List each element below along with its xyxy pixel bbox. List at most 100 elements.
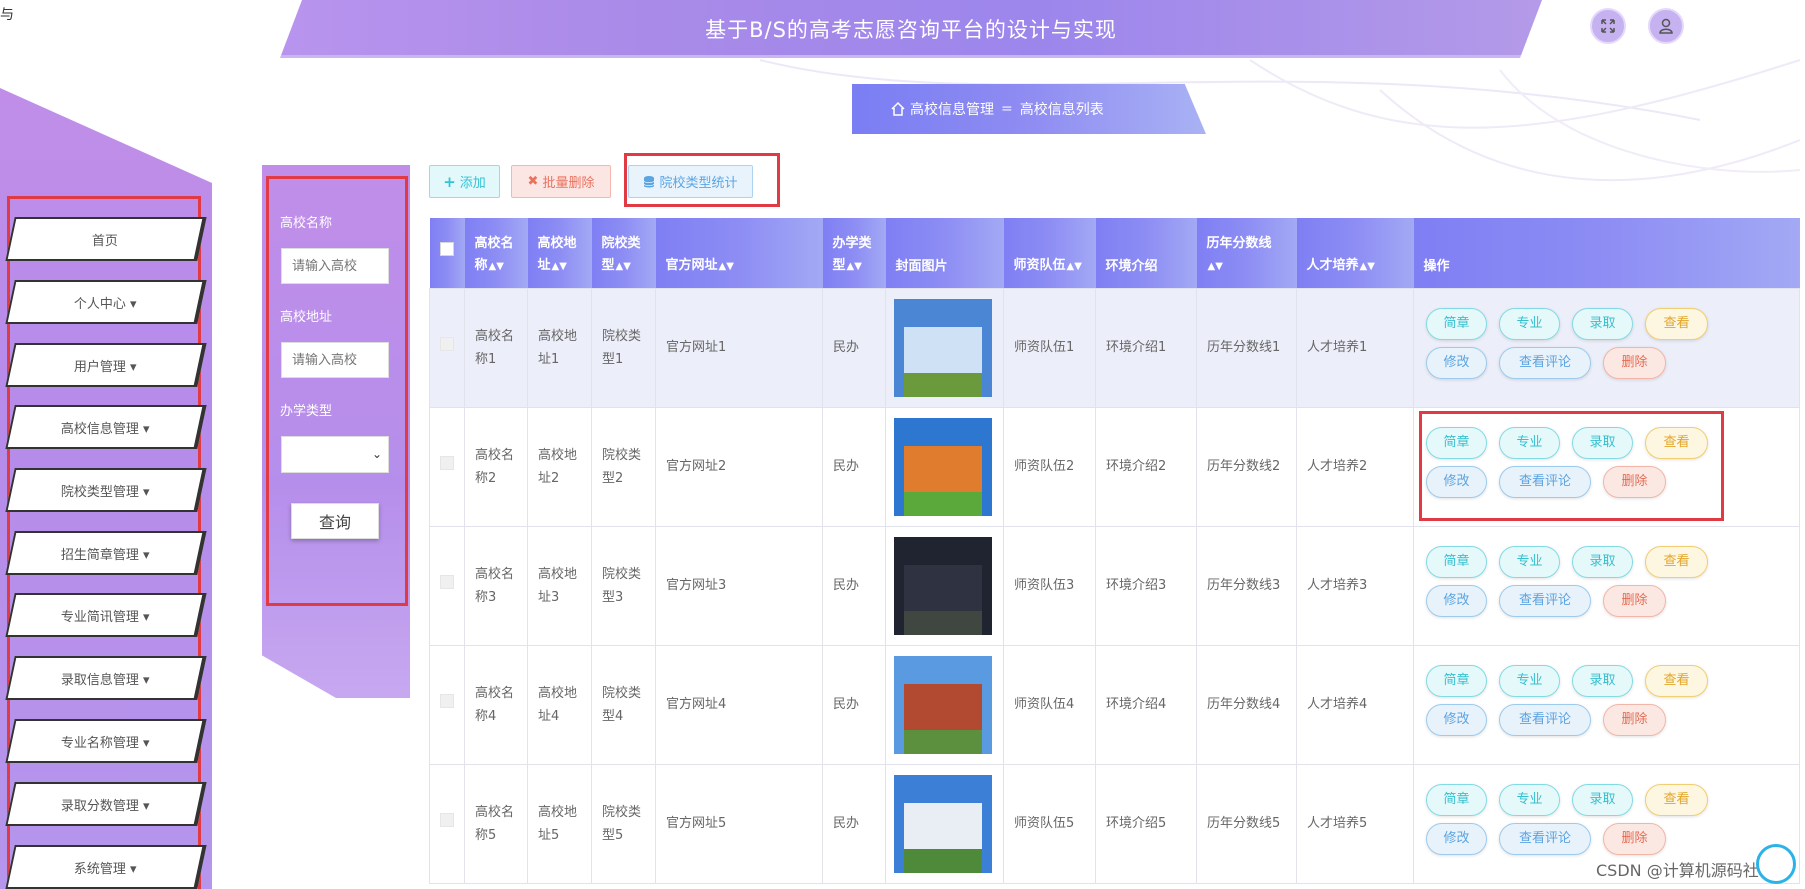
- cell-website: 官方网址2: [655, 406, 823, 527]
- run-type-select[interactable]: ⌄: [281, 436, 389, 473]
- column-header-environment: 环境介绍: [1095, 218, 1197, 288]
- batch-delete-button[interactable]: ✖ 批量删除: [511, 165, 611, 198]
- column-header-type[interactable]: 院校类型▲▼: [591, 218, 656, 288]
- breadcrumb-home[interactable]: 高校信息管理: [910, 99, 994, 119]
- action-button-5[interactable]: 查看评论: [1499, 703, 1591, 736]
- cell-website: 官方网址1: [655, 287, 823, 408]
- action-button-6[interactable]: 删除: [1603, 346, 1666, 379]
- action-button-5[interactable]: 查看评论: [1499, 584, 1591, 617]
- cover-image[interactable]: [894, 536, 992, 635]
- plus-icon: +: [443, 172, 456, 191]
- row-select-cell: [429, 644, 465, 765]
- column-header-scores[interactable]: 历年分数线▲▼: [1196, 218, 1297, 288]
- row-checkbox[interactable]: [440, 337, 454, 351]
- action-button-3[interactable]: 查看: [1645, 307, 1708, 340]
- college-name-input[interactable]: [281, 248, 389, 284]
- cell-talent: 人才培养5: [1296, 763, 1414, 884]
- table-header-row: 高校名称▲▼ 高校地址▲▼ 院校类型▲▼ 官方网址▲▼ 办学类型▲▼ 封面图片 …: [429, 218, 1800, 288]
- sidebar-item-colleges[interactable]: 高校信息管理 ▾: [5, 405, 207, 449]
- college-address-input[interactable]: [281, 342, 389, 378]
- cell-name: 高校名称5: [464, 763, 528, 884]
- cell-run-type: 民办: [822, 287, 886, 408]
- row-actions: 简章 专业 录取 查看修改 查看评论 删除: [1414, 307, 1799, 388]
- column-header-website[interactable]: 官方网址▲▼: [655, 218, 823, 288]
- column-header-name[interactable]: 高校名称▲▼: [464, 218, 528, 288]
- action-button-1[interactable]: 专业: [1499, 545, 1560, 578]
- action-button-5[interactable]: 查看评论: [1499, 822, 1591, 855]
- fullscreen-button[interactable]: [1590, 8, 1626, 44]
- cell-name: 高校名称4: [464, 644, 528, 765]
- sidebar-item-major-names[interactable]: 专业名称管理 ▾: [5, 719, 207, 763]
- sidebar-item-profile[interactable]: 个人中心 ▾: [5, 280, 207, 324]
- sidebar-item-college-types[interactable]: 院校类型管理 ▾: [5, 468, 207, 512]
- cover-image[interactable]: [894, 655, 992, 754]
- column-header-address[interactable]: 高校地址▲▼: [527, 218, 592, 288]
- cell-environment: 环境介绍2: [1095, 406, 1197, 527]
- column-header-run-type[interactable]: 办学类型▲▼: [822, 218, 886, 288]
- sidebar-menu-highlight: 首页 个人中心 ▾ 用户管理 ▾ 高校信息管理 ▾ 院校类型管理 ▾ 招生简章管…: [5, 196, 207, 889]
- row-actions: 简章 专业 录取 查看修改 查看评论 删除: [1414, 664, 1799, 745]
- sidebar-item-brochures[interactable]: 招生简章管理 ▾: [5, 531, 207, 575]
- cell-website: 官方网址5: [655, 763, 823, 884]
- row-select-cell: [429, 406, 465, 527]
- sidebar-item-admissions[interactable]: 录取信息管理 ▾: [5, 656, 207, 700]
- row-checkbox[interactable]: [440, 575, 454, 589]
- action-button-2[interactable]: 录取: [1572, 664, 1633, 697]
- action-button-2[interactable]: 录取: [1572, 545, 1633, 578]
- sidebar-item-system[interactable]: 系统管理 ▾: [5, 845, 207, 889]
- action-button-3[interactable]: 查看: [1645, 664, 1708, 697]
- sidebar-item-home[interactable]: 首页: [5, 217, 207, 261]
- watermark: CSDN @计算机源码社: [1596, 861, 1759, 880]
- action-button-2[interactable]: 录取: [1572, 307, 1633, 340]
- table-row: 高校名称5 高校地址5 院校类型5 官方网址5 民办 师资队伍5 环境介绍5 历年分数线5 人才…: [429, 763, 1800, 884]
- sidebar-item-users[interactable]: 用户管理 ▾: [5, 343, 207, 387]
- cell-type: 院校类型5: [591, 763, 656, 884]
- action-button-3[interactable]: 查看: [1645, 783, 1708, 816]
- cell-talent: 人才培养4: [1296, 644, 1414, 765]
- user-button[interactable]: [1648, 8, 1684, 44]
- row-checkbox[interactable]: [440, 456, 454, 470]
- row-checkbox[interactable]: [440, 813, 454, 827]
- run-type-label: 办学类型: [280, 404, 333, 419]
- action-button-1[interactable]: 专业: [1499, 307, 1560, 340]
- cell-name: 高校名称2: [464, 406, 528, 527]
- expand-arrows-icon: [1601, 19, 1615, 33]
- action-button-6[interactable]: 删除: [1603, 584, 1666, 617]
- cover-image[interactable]: [894, 417, 992, 516]
- action-button-0[interactable]: 简章: [1426, 545, 1487, 578]
- action-button-1[interactable]: 专业: [1499, 664, 1560, 697]
- action-button-6[interactable]: 删除: [1603, 822, 1666, 855]
- column-header-faculty[interactable]: 师资队伍▲▼: [1003, 218, 1096, 288]
- cover-image[interactable]: [894, 774, 992, 873]
- cell-address: 高校地址5: [527, 763, 592, 884]
- select-all-checkbox[interactable]: [439, 241, 454, 256]
- cell-talent: 人才培养2: [1296, 406, 1414, 527]
- action-button-5[interactable]: 查看评论: [1499, 346, 1591, 379]
- action-button-4[interactable]: 修改: [1426, 703, 1487, 736]
- column-header-talent[interactable]: 人才培养▲▼: [1296, 218, 1414, 288]
- add-button[interactable]: + 添加: [429, 165, 500, 198]
- cell-environment: 环境介绍4: [1095, 644, 1197, 765]
- select-all-cell: [429, 218, 465, 288]
- action-button-0[interactable]: 简章: [1426, 664, 1487, 697]
- action-button-0[interactable]: 简章: [1426, 783, 1487, 816]
- action-button-2[interactable]: 录取: [1572, 783, 1633, 816]
- action-button-1[interactable]: 专业: [1499, 783, 1560, 816]
- row-checkbox[interactable]: [440, 694, 454, 708]
- action-button-4[interactable]: 修改: [1426, 822, 1487, 855]
- sidebar-item-major-news[interactable]: 专业简讯管理 ▾: [5, 593, 207, 637]
- search-panel-highlight: [266, 176, 408, 606]
- breadcrumb-current: 高校信息列表: [1019, 102, 1104, 118]
- college-address-label: 高校地址: [280, 310, 333, 325]
- action-button-4[interactable]: 修改: [1426, 584, 1487, 617]
- cover-image[interactable]: [894, 298, 992, 397]
- action-button-4[interactable]: 修改: [1426, 346, 1487, 379]
- action-button-6[interactable]: 删除: [1603, 703, 1666, 736]
- sort-icon: ▲▼: [846, 260, 862, 272]
- cell-faculty: 师资队伍1: [1003, 287, 1096, 408]
- action-button-3[interactable]: 查看: [1645, 545, 1708, 578]
- query-button[interactable]: 查询: [291, 503, 379, 539]
- cell-scores: 历年分数线2: [1196, 406, 1297, 527]
- sidebar-item-admission-scores[interactable]: 录取分数管理 ▾: [5, 782, 207, 826]
- action-button-0[interactable]: 简章: [1426, 307, 1487, 340]
